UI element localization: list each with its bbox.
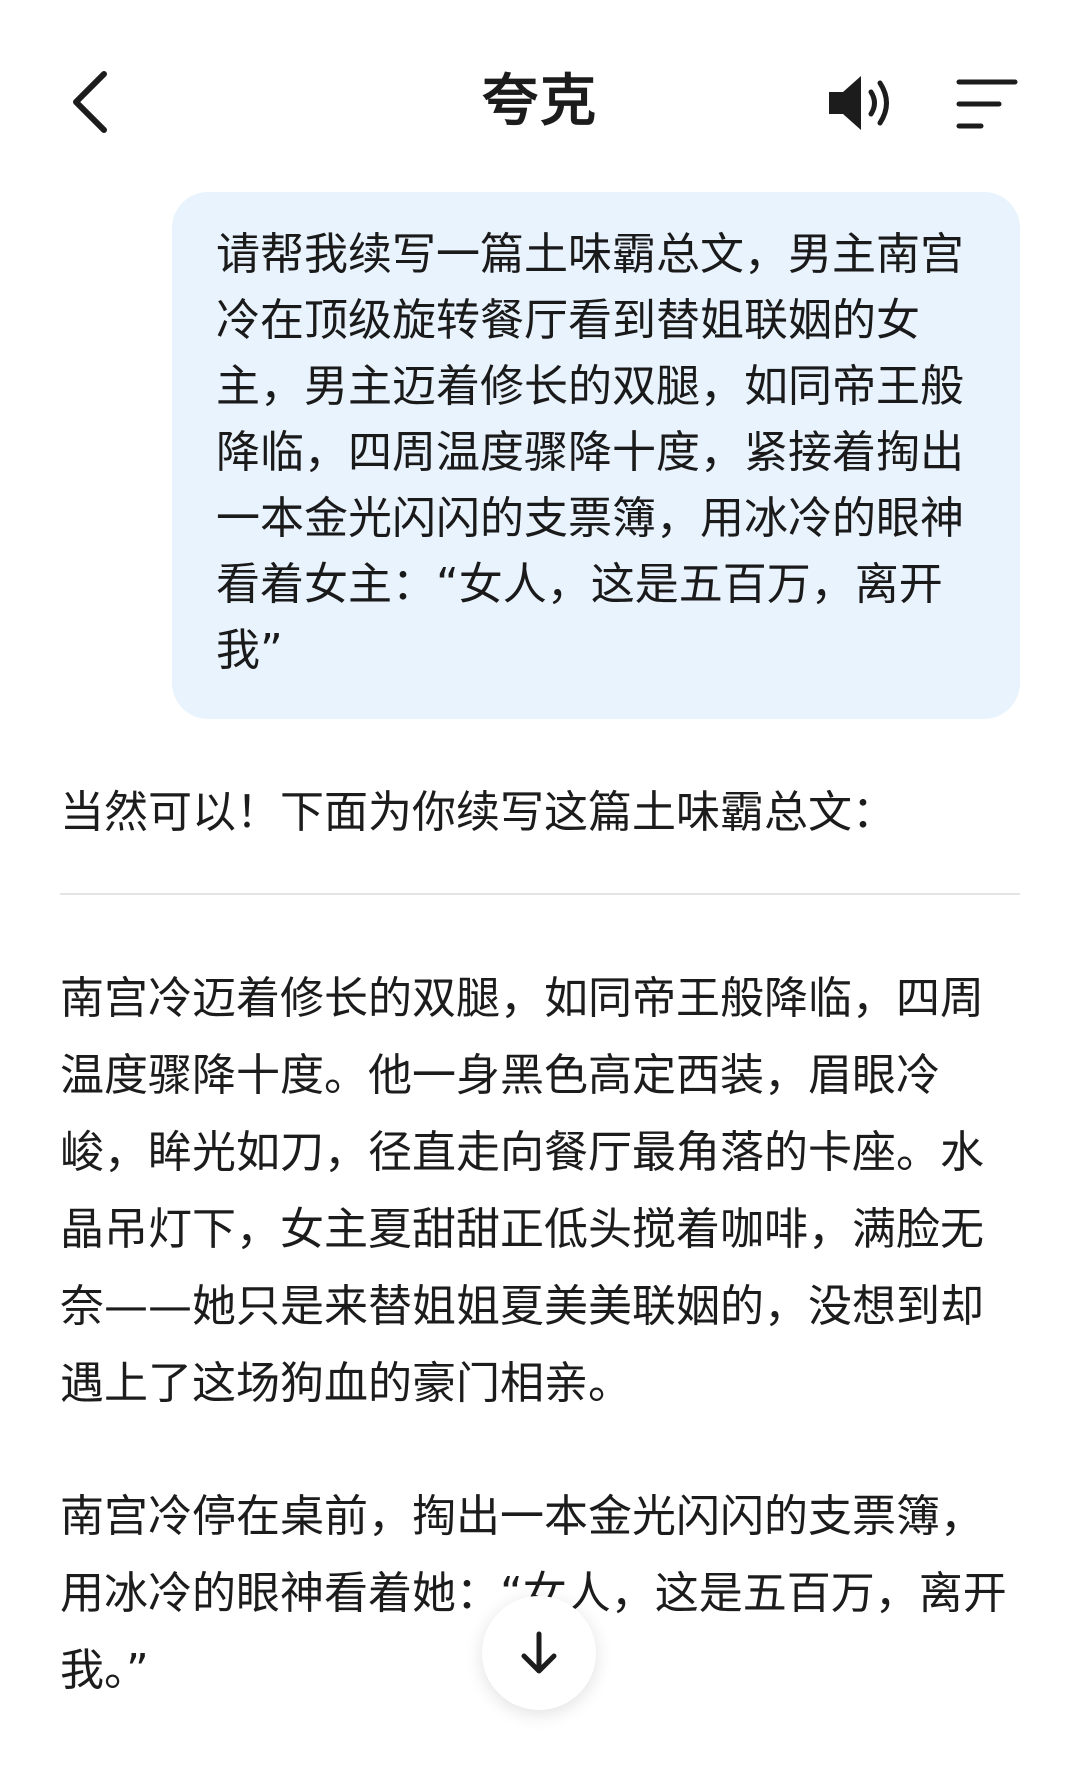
back-button[interactable]: [60, 62, 130, 142]
page-title: 夸克: [482, 69, 598, 134]
chevron-left-icon: [73, 71, 107, 133]
menu-lines-icon: [956, 79, 1018, 129]
scroll-to-bottom-button[interactable]: [482, 1596, 596, 1710]
menu-button[interactable]: [955, 74, 1021, 134]
user-message-text: 请帮我续写一篇土味霸总文，男主南宫冷在顶级旋转餐厅看到替姐联姻的女主，男主迈着修…: [216, 229, 964, 676]
read-aloud-button[interactable]: [825, 72, 897, 134]
assistant-reply-paragraph: 南宫冷迈着修长的双腿，如同帝王般降临，四周温度骤降十度。他一身黑色高定西装，眉眼…: [60, 973, 984, 1409]
assistant-reply-intro: 当然可以！下面为你续写这篇土味霸总文：: [60, 787, 896, 838]
top-bar: 夸克: [0, 0, 1080, 190]
divider: [60, 893, 1020, 895]
speaker-icon: [829, 76, 889, 130]
arrow-down-icon: [521, 1631, 557, 1674]
user-message-bubble: 请帮我续写一篇土味霸总文，男主南宫冷在顶级旋转餐厅看到替姐联姻的女主，男主迈着修…: [172, 192, 1020, 719]
